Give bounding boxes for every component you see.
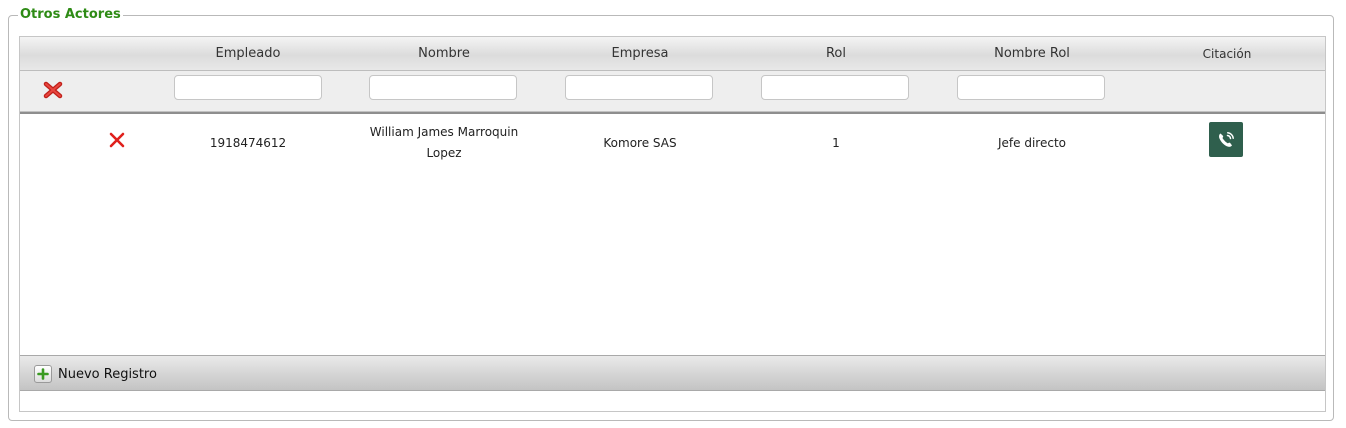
column-header-nombre[interactable]: Nombre <box>369 37 519 70</box>
actors-grid: Empleado Nombre Empresa Rol Nombre Rol C… <box>19 36 1326 412</box>
cell-empresa: Komore SAS <box>603 135 677 150</box>
filter-empresa-input[interactable] <box>565 75 713 100</box>
grid-header: Empleado Nombre Empresa Rol Nombre Rol C… <box>20 37 1325 71</box>
citacion-call-button[interactable] <box>1209 122 1243 157</box>
delete-row-button[interactable] <box>108 131 126 149</box>
filter-rol-input[interactable] <box>761 75 909 100</box>
plus-icon <box>34 365 52 383</box>
table-row[interactable]: 1918474612 William James Marroquin Lopez… <box>20 115 1325 171</box>
close-icon <box>43 81 63 99</box>
column-header-rol[interactable]: Rol <box>761 37 911 70</box>
clear-filter-button[interactable] <box>42 81 64 99</box>
column-header-empleado[interactable]: Empleado <box>173 37 323 70</box>
filter-nombre-rol-input[interactable] <box>957 75 1105 100</box>
filter-nombre-input[interactable] <box>369 75 517 100</box>
column-header-empresa[interactable]: Empresa <box>565 37 715 70</box>
filter-empleado-input[interactable] <box>174 75 322 100</box>
cell-rol: 1 <box>832 135 840 150</box>
nuevo-registro-button[interactable]: Nuevo Registro <box>34 364 157 384</box>
section-title: Otros Actores <box>18 7 123 23</box>
cell-nombre-rol: Jefe directo <box>998 135 1066 150</box>
nuevo-registro-label: Nuevo Registro <box>58 366 157 382</box>
phone-icon <box>1219 131 1234 147</box>
grid-footer: Nuevo Registro <box>20 355 1325 391</box>
column-header-nombre-rol[interactable]: Nombre Rol <box>957 37 1107 70</box>
column-header-citacion[interactable]: Citación <box>1167 37 1287 70</box>
filter-divider <box>20 112 1325 114</box>
cell-nombre: William James Marroquin Lopez <box>369 125 519 160</box>
cell-empleado: 1918474612 <box>209 135 287 150</box>
close-icon <box>109 132 125 148</box>
